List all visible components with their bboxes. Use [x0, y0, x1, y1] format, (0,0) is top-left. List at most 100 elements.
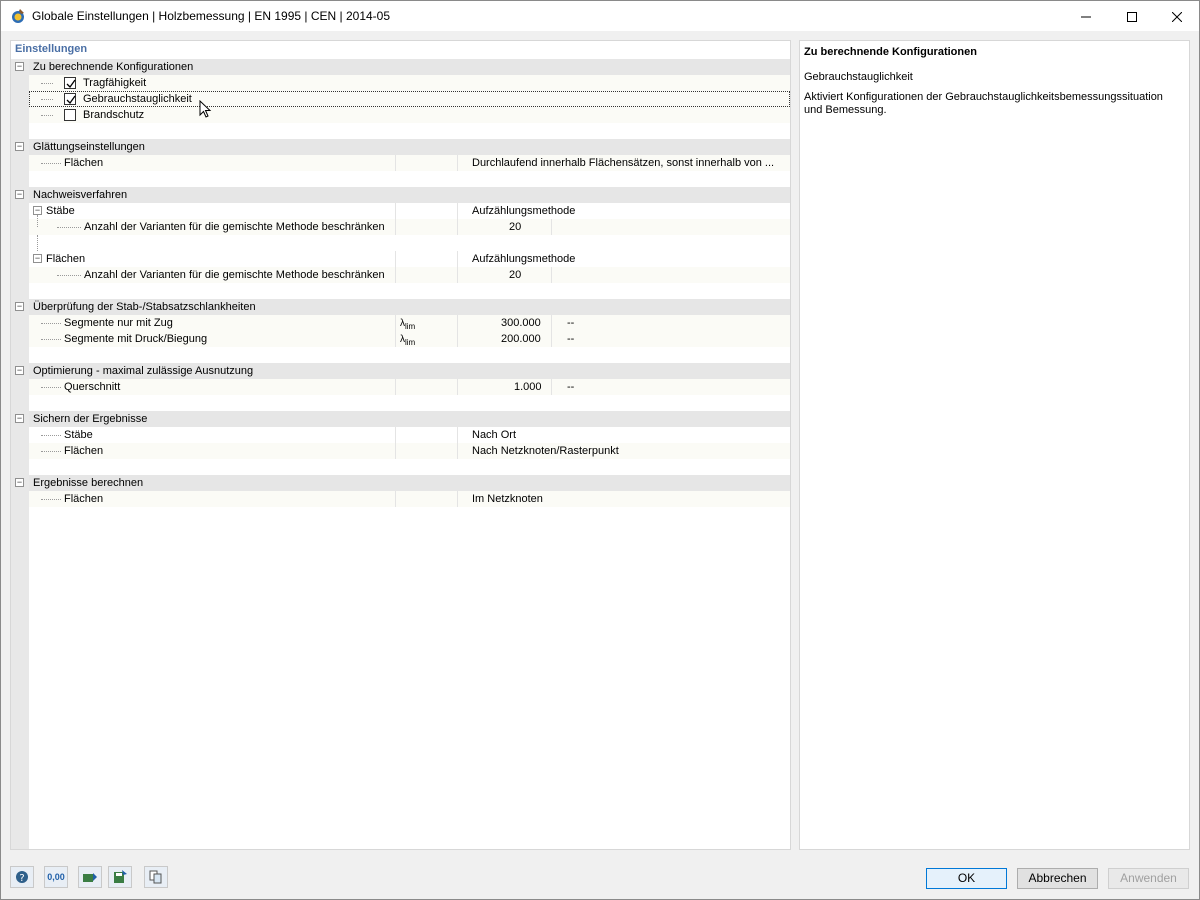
tragfaehigkeit-label: Tragfähigkeit	[83, 77, 147, 89]
berechnen-flaechen-row[interactable]: Flächen Im Netzknoten	[29, 491, 790, 507]
nachweis-staebe-anzahl-value[interactable]: 20	[509, 221, 521, 233]
collapse-icon[interactable]: −	[15, 366, 24, 375]
gebrauchstauglichkeit-checkbox[interactable]	[64, 93, 76, 105]
spacer	[29, 459, 790, 475]
save-button[interactable]	[108, 866, 132, 888]
config-item-gebrauchstauglichkeit[interactable]: Gebrauchstauglichkeit	[29, 91, 790, 107]
units-icon: 0,00	[47, 872, 65, 882]
app-icon	[12, 9, 24, 23]
config-item-brandschutz[interactable]: Brandschutz	[29, 107, 790, 123]
optim-querschnitt-row[interactable]: Querschnitt 1.000 --	[29, 379, 790, 395]
optim-querschnitt-value[interactable]: 1.000	[514, 381, 542, 393]
units-button[interactable]: 0,00	[44, 866, 68, 888]
copy-icon	[149, 870, 162, 884]
berechnen-flaechen-label: Flächen	[64, 493, 104, 505]
load-button[interactable]	[78, 866, 102, 888]
settings-panel-header: Einstellungen	[11, 41, 790, 59]
maximize-icon	[1127, 11, 1137, 22]
schlank-druck-label: Segmente mit Druck/Biegung	[64, 333, 208, 345]
optim-querschnitt-unit: --	[567, 381, 575, 393]
section-konfigurationen[interactable]: − Zu berechnende Konfigurationen	[15, 59, 790, 75]
sichern-flaechen-label: Flächen	[64, 445, 104, 457]
nachweis-staebe-anzahl-label: Anzahl der Varianten für die gemischte M…	[84, 221, 385, 233]
config-item-tragfaehigkeit[interactable]: Tragfähigkeit	[29, 75, 790, 91]
schlank-druck-value[interactable]: 200.000	[501, 333, 541, 345]
nachweis-flaechen-anzahl-value[interactable]: 20	[509, 269, 521, 281]
section-schlankheiten[interactable]: − Überprüfung der Stab-/Stabsatzschlankh…	[15, 299, 790, 315]
spacer	[29, 123, 790, 139]
nachweis-staebe-row[interactable]: − Stäbe Aufzählungsmethode	[29, 203, 790, 219]
spacer	[29, 171, 790, 187]
section-optimierung[interactable]: − Optimierung - maximal zulässige Ausnut…	[15, 363, 790, 379]
collapse-icon[interactable]: −	[15, 190, 24, 199]
section-title: Zu berechnende Konfigurationen	[33, 61, 194, 73]
glaettung-flaechen-row[interactable]: Flächen Durchlaufend innerhalb Flächensä…	[29, 155, 790, 171]
help-icon: ?	[16, 871, 28, 884]
schlank-zug-row[interactable]: Segmente nur mit Zug λlim 300.000 --	[29, 315, 790, 331]
schlank-druck-symbol: λlim	[400, 334, 416, 347]
collapse-icon[interactable]: −	[15, 478, 24, 487]
apply-button[interactable]: Anwenden	[1108, 868, 1189, 889]
nachweis-staebe-anzahl-row[interactable]: Anzahl der Varianten für die gemischte M…	[29, 215, 790, 235]
description-panel: Zu berechnende Konfigurationen Gebrauchs…	[799, 40, 1190, 850]
nachweis-staebe-value[interactable]: Aufzählungsmethode	[472, 205, 575, 217]
schlank-zug-symbol: λlim	[400, 318, 416, 331]
collapse-icon[interactable]: −	[15, 414, 24, 423]
sichern-staebe-value[interactable]: Nach Ort	[472, 429, 516, 441]
load-icon	[83, 873, 97, 882]
settings-panel: Einstellungen − Zu berechnende Konfigura…	[10, 40, 791, 850]
description-title: Zu berechnende Konfigurationen	[804, 46, 977, 58]
copy-button[interactable]	[144, 866, 168, 888]
section-title: Sichern der Ergebnisse	[33, 413, 148, 425]
collapse-icon[interactable]: −	[15, 62, 24, 71]
nachweis-flaechen-value[interactable]: Aufzählungsmethode	[472, 253, 575, 265]
glaettung-flaechen-value[interactable]: Durchlaufend innerhalb Flächensätzen, so…	[472, 157, 774, 169]
gebrauchstauglichkeit-label: Gebrauchstauglichkeit	[83, 93, 192, 105]
berechnen-flaechen-value[interactable]: Im Netzknoten	[472, 493, 543, 505]
collapse-icon[interactable]: −	[15, 142, 24, 151]
section-glaettung[interactable]: − Glättungseinstellungen	[15, 139, 790, 155]
ok-button[interactable]: OK	[926, 868, 1007, 889]
panel-header-label: Einstellungen	[15, 43, 88, 55]
sichern-staebe-row[interactable]: Stäbe Nach Ort	[29, 427, 790, 443]
nachweis-flaechen-anzahl-row[interactable]: Anzahl der Varianten für die gemischte M…	[29, 267, 790, 283]
spacer	[29, 347, 790, 363]
collapse-icon[interactable]: −	[15, 302, 24, 311]
help-button[interactable]: ?	[10, 866, 34, 888]
tragfaehigkeit-checkbox[interactable]	[64, 77, 76, 89]
svg-text:?: ?	[19, 873, 24, 884]
schlank-zug-unit: --	[567, 317, 575, 329]
sichern-flaechen-value[interactable]: Nach Netzknoten/Rasterpunkt	[472, 445, 619, 457]
cancel-button[interactable]: Abbrechen	[1017, 868, 1098, 889]
checkmark-icon	[66, 79, 76, 89]
description-text: Aktiviert Konfigurationen der Gebrauchst…	[804, 91, 1163, 116]
title-bar: Globale Einstellungen | Holzbemessung | …	[0, 0, 1200, 31]
section-nachweisverfahren[interactable]: − Nachweisverfahren	[15, 187, 790, 203]
brandschutz-checkbox[interactable]	[64, 109, 76, 121]
spacer	[29, 235, 790, 251]
schlank-druck-row[interactable]: Segmente mit Druck/Biegung λlim 200.000 …	[29, 331, 790, 347]
schlank-zug-label: Segmente nur mit Zug	[64, 317, 173, 329]
minimize-icon	[1081, 16, 1091, 17]
sichern-staebe-label: Stäbe	[64, 429, 93, 441]
sichern-flaechen-row[interactable]: Flächen Nach Netzknoten/Rasterpunkt	[29, 443, 790, 459]
nachweis-flaechen-anzahl-label: Anzahl der Varianten für die gemischte M…	[84, 269, 385, 281]
brandschutz-label: Brandschutz	[83, 109, 145, 121]
section-ergebnisse-berechnen[interactable]: − Ergebnisse berechnen	[15, 475, 790, 491]
section-sichern[interactable]: − Sichern der Ergebnisse	[15, 411, 790, 427]
schlank-zug-value[interactable]: 300.000	[501, 317, 541, 329]
minimize-button[interactable]	[1063, 1, 1109, 32]
save-icon	[114, 870, 127, 883]
spacer	[29, 395, 790, 411]
collapse-icon[interactable]: −	[33, 254, 42, 263]
optim-querschnitt-label: Querschnitt	[64, 381, 121, 393]
checkmark-icon	[66, 95, 76, 105]
maximize-button[interactable]	[1109, 1, 1155, 32]
close-button[interactable]	[1154, 1, 1200, 32]
settings-tree: − Zu berechnende Konfigurationen Tragfäh…	[11, 59, 790, 507]
glaettung-flaechen-label: Flächen	[64, 157, 104, 169]
schlank-druck-unit: --	[567, 333, 575, 345]
collapse-icon[interactable]: −	[33, 206, 42, 215]
spacer	[29, 283, 790, 299]
nachweis-flaechen-row[interactable]: − Flächen Aufzählungsmethode	[29, 251, 790, 267]
